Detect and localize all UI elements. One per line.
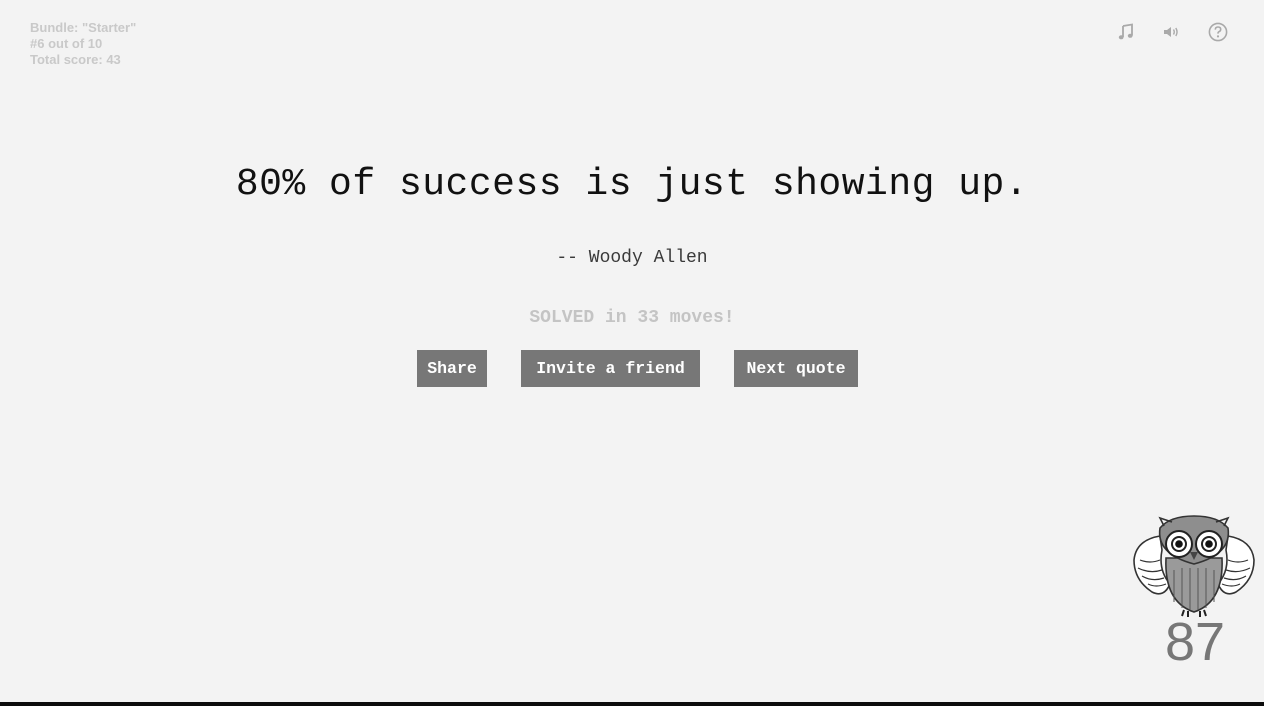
bundle-label: Bundle: "Starter" [30, 20, 137, 35]
progress-label: #6 out of 10 [30, 36, 103, 51]
invite-friend-button[interactable]: Invite a friend [521, 350, 700, 387]
music-note-icon[interactable] [1114, 20, 1138, 44]
quote-author: -- Woody Allen [556, 248, 708, 268]
next-quote-button[interactable]: Next quote [734, 350, 858, 387]
total-score-label: Total score: 43 [30, 52, 121, 67]
top-toolbar [1114, 20, 1230, 44]
help-icon[interactable] [1206, 20, 1230, 44]
solved-status: SOLVED in 33 moves! [529, 308, 735, 328]
bottom-divider [0, 702, 1264, 706]
moves-counter: 87 [1164, 612, 1226, 672]
quote-text: 80% of success is just showing up. [235, 163, 1029, 206]
share-button[interactable]: Share [417, 350, 487, 387]
owl-mascot-icon [1130, 514, 1258, 618]
game-info: Bundle: "Starter" #6 out of 10 Total sco… [30, 20, 136, 68]
speaker-icon[interactable] [1160, 20, 1184, 44]
